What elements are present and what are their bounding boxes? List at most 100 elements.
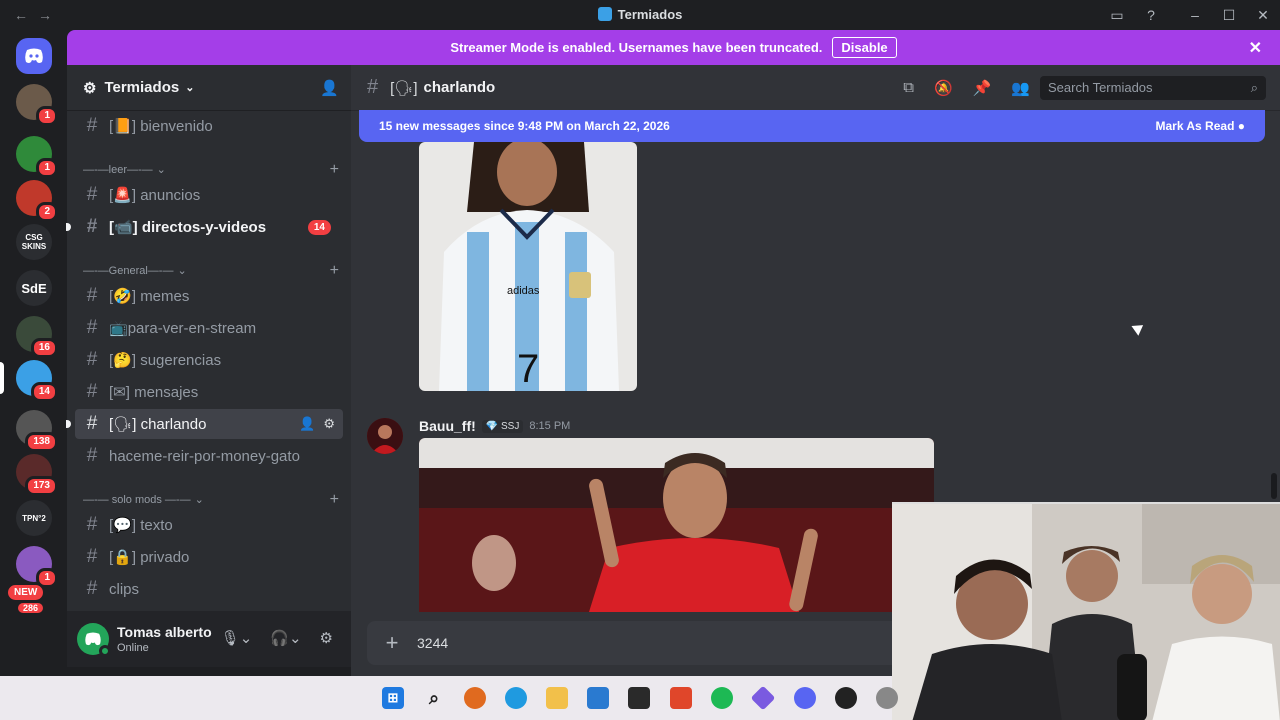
server-badge: 1 — [36, 158, 58, 178]
brave-icon[interactable] — [670, 687, 692, 709]
add-channel-icon[interactable]: + — [330, 161, 339, 179]
pin-icon[interactable]: 📌 — [973, 79, 992, 97]
title-bar: ← → Termiados ▭ ? – ☐ ✕ — [0, 0, 1280, 30]
maximize-button[interactable]: ☐ — [1212, 0, 1246, 30]
add-channel-icon[interactable]: + — [330, 491, 339, 509]
gear-icon[interactable]: ⚙ — [323, 416, 335, 432]
add-channel-icon[interactable]: + — [330, 262, 339, 280]
server-label: CSG SKINS — [21, 233, 47, 251]
channel-sugerencias[interactable]: # [🤔] sugerencias — [75, 345, 343, 375]
user-info[interactable]: Tomas alberto Online — [117, 624, 212, 654]
avatar-image — [367, 418, 403, 454]
category-leer[interactable]: —-—leer—-— ⌄ + — [83, 161, 343, 179]
search-icon[interactable]: ⌕ — [423, 687, 445, 709]
channel-haceme-reir[interactable]: # haceme-reir-por-money-gato — [75, 441, 343, 471]
channel-anuncios[interactable]: # [🚨] anuncios — [75, 180, 343, 210]
channel-directos-y-videos[interactable]: # [📹] directos-y-videos 14 — [75, 212, 343, 242]
category-label: —-—General—-— — [83, 264, 174, 277]
channel-privado[interactable]: # [🔒] privado — [75, 542, 343, 572]
mark-as-read-button[interactable]: Mark As Read ● — [1155, 119, 1245, 133]
settings-icon[interactable] — [876, 687, 898, 709]
back-arrow-icon[interactable]: ← — [14, 7, 28, 23]
microphone-icon[interactable]: 🎙⌄ — [221, 629, 253, 647]
avatar[interactable] — [367, 418, 403, 454]
attachment-image[interactable]: adidas 7 — [419, 142, 637, 391]
avatar[interactable] — [77, 623, 111, 657]
scrollbar[interactable] — [1271, 473, 1277, 499]
app-icon[interactable] — [750, 685, 776, 711]
channel-mensajes[interactable]: # [✉] mensajes — [75, 377, 343, 407]
notification-bell-off-icon[interactable]: 🔕 — [934, 79, 953, 97]
server-icon-4[interactable]: SdE — [16, 270, 52, 306]
add-attachment-icon[interactable]: + — [367, 630, 417, 656]
disable-streamer-mode-button[interactable]: Disable — [832, 37, 897, 58]
forward-arrow-icon[interactable]: → — [38, 7, 52, 23]
inbox-icon[interactable]: ▭ — [1100, 0, 1134, 30]
server-header[interactable]: ⚙ Termiados ⌄ 👤 — [67, 65, 351, 111]
discord-home-button[interactable] — [16, 38, 52, 74]
channel-para-ver-en-stream[interactable]: # 📺 para-ver-en-stream — [75, 313, 343, 343]
help-icon[interactable]: ? — [1134, 0, 1168, 30]
members-icon[interactable]: 👥 — [1011, 79, 1030, 97]
jersey-brand: adidas — [507, 285, 540, 297]
windows-start-icon[interactable]: ⊞ — [382, 687, 404, 709]
hash-icon: # — [86, 578, 98, 599]
channel-bienvenido[interactable]: # [📙] bienvenido — [75, 111, 343, 141]
server-icon-7[interactable]: 138 — [16, 410, 58, 452]
hash-icon: # — [86, 317, 98, 338]
channel-title: charlando — [423, 79, 496, 96]
close-window-button[interactable]: ✕ — [1246, 0, 1280, 30]
server-icon-2[interactable]: 2 — [16, 180, 58, 222]
hash-icon: # — [86, 349, 98, 370]
server-badge: 1 — [36, 568, 58, 588]
new-messages-bar[interactable]: 15 new messages since 9:48 PM on March 2… — [359, 110, 1265, 142]
settings-gear-icon[interactable]: ⚙ — [320, 629, 333, 647]
channel-emoji: [🗣] — [109, 416, 137, 433]
notes-icon[interactable] — [628, 687, 650, 709]
message-input-value: 3244 — [417, 635, 449, 651]
minimize-button[interactable]: – — [1178, 0, 1212, 30]
mention-badge: 14 — [307, 219, 331, 235]
selected-server-indicator — [0, 362, 4, 394]
server-icon-8[interactable]: 173 — [16, 454, 58, 496]
server-icon-0[interactable]: 1 — [16, 84, 58, 126]
server-icon-6[interactable]: 14 — [16, 360, 58, 402]
channel-memes[interactable]: # [🤣] memes — [75, 281, 343, 311]
server-badge: 2 — [36, 202, 58, 222]
channel-name: haceme-reir-por-money-gato — [109, 447, 300, 465]
discord-taskbar-icon[interactable] — [794, 687, 816, 709]
channel-texto[interactable]: # [💬] texto — [75, 510, 343, 540]
close-icon[interactable]: ✕ — [1249, 38, 1262, 58]
channel-name: directos-y-videos — [141, 218, 267, 236]
server-icon-10[interactable]: 1 — [16, 546, 58, 588]
attachment-image[interactable] — [419, 438, 934, 612]
server-icon-9[interactable]: TPN°2 — [16, 500, 52, 536]
server-icon-3[interactable]: CSG SKINS — [16, 224, 52, 260]
discord-logo-icon — [25, 48, 43, 63]
hash-icon: # — [86, 445, 98, 466]
server-icon-5[interactable]: 16 — [16, 316, 58, 358]
game-launcher-icon[interactable] — [835, 687, 857, 709]
channel-actions: 👤 ⚙ — [299, 416, 335, 432]
browser-icon[interactable] — [464, 687, 486, 709]
store-icon[interactable] — [587, 687, 609, 709]
category-general[interactable]: —-—General—-— ⌄ + — [83, 262, 343, 280]
edge-icon[interactable] — [505, 687, 527, 709]
player-photo-argentina: adidas 7 — [419, 142, 637, 391]
headphones-icon[interactable]: 🎧⌄ — [270, 629, 301, 647]
invite-icon[interactable]: 👤 — [299, 416, 315, 432]
search-input[interactable]: Search Termiados ⌕ — [1040, 76, 1266, 100]
file-explorer-icon[interactable] — [546, 687, 568, 709]
spotify-icon[interactable] — [711, 687, 733, 709]
channel-name: privado — [140, 548, 190, 566]
channel-charlando[interactable]: # [🗣] charlando 👤 ⚙ — [75, 409, 343, 439]
invite-user-icon[interactable]: 👤 — [320, 79, 339, 97]
category-solo-mods[interactable]: —-— solo mods —-— ⌄ + — [83, 491, 343, 509]
message-author[interactable]: Bauu_ff! — [419, 418, 476, 434]
server-badge: 14 — [30, 382, 58, 402]
server-icon-1[interactable]: 1 — [16, 136, 58, 178]
channel-clips[interactable]: # clips — [75, 574, 343, 604]
threads-icon[interactable]: ⧉ — [903, 79, 914, 97]
server-badge: 1 — [36, 106, 58, 126]
